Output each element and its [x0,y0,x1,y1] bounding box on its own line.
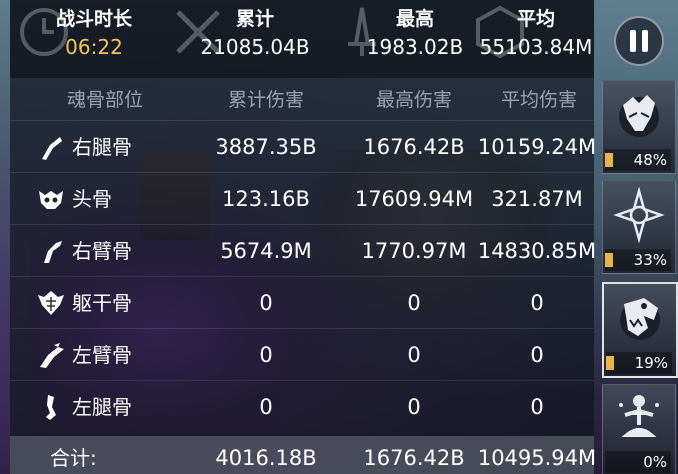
max-damage: 1676.42B [363,135,465,159]
percent-label: 0% [643,453,667,471]
total-stat: 累计 21085.04B [180,6,330,62]
part-name: 右腿骨 [72,135,132,159]
average-damage: 0 [530,343,544,367]
part-name: 右臂骨 [72,239,132,263]
average-damage: 0 [530,291,544,315]
pause-icon [630,30,636,52]
totals-row: 合计: 4016.18B 1676.42B 10495.94M [10,436,596,474]
card-percent: 19% [606,352,672,374]
table-row: 躯干骨 0 0 0 [10,276,594,329]
total-label: 累计 [235,8,274,30]
dragon-spirit-icon [619,95,659,137]
totals-label: 合计: [50,446,97,470]
total-damage: 0 [259,291,273,315]
part-name: 躯干骨 [72,291,132,315]
duration-value: 06:22 [65,35,123,59]
total-damage: 0 [259,395,273,419]
soul-bone-card-4[interactable]: 0% [602,384,676,474]
right-arm-bone-icon [44,241,62,263]
table-row: 右腿骨 3887.35B 1676.42B 10159.24M [10,120,596,173]
column-header-average: 平均伤害 [500,89,577,111]
average-value: 55103.84M [479,35,593,59]
soul-bone-card-2[interactable]: 33% [602,180,676,274]
average-damage: 14830.85M [477,239,597,263]
total-damage: 3887.35B [215,135,317,159]
percent-label: 48% [633,151,667,169]
meditating-figure-icon [619,395,659,437]
summary-header: 战斗时长 06:22 累计 21085.04B 最高 1983.02B 平均 5… [10,0,594,78]
part-name: 头骨 [72,187,112,211]
totals-max: 1676.42B [363,446,465,470]
column-header-total: 累计伤害 [227,89,304,111]
percent-fill [605,153,613,167]
pause-button[interactable] [614,16,664,66]
column-header-max: 最高伤害 [375,89,452,111]
serpent-skull-icon [620,298,660,340]
card-percent: 33% [605,249,671,271]
damage-stats-panel: 战斗时长 06:22 累计 21085.04B 最高 1983.02B 平均 5… [10,0,596,474]
max-damage: 17609.94M [354,187,474,211]
duration-stat: 战斗时长 06:22 [34,6,154,62]
max-damage: 0 [407,343,421,367]
average-label: 平均 [516,8,555,30]
max-damage: 1770.97M [361,239,467,263]
percent-fill [605,253,613,267]
torso-bone-icon [38,291,64,315]
card-percent: 48% [605,149,671,171]
part-name: 左臂骨 [72,343,132,367]
column-header-part: 魂骨部位 [66,89,143,111]
table-row: 右臂骨 5674.9M 1770.97M 14830.85M [10,224,596,277]
percent-label: 19% [634,354,668,372]
totals-total: 4016.18B [215,446,317,470]
total-damage: 123.16B [222,187,310,211]
table-row: 左臂骨 0 0 0 [10,328,594,381]
left-arm-bone-icon [40,343,64,368]
game-screen: 战斗时长 06:22 累计 21085.04B 最高 1983.02B 平均 5… [0,0,678,474]
soul-bone-card-1[interactable]: 48% [602,80,676,174]
percent-fill [606,356,614,370]
soul-bone-card-3[interactable]: 19% [602,282,678,378]
totals-average: 10495.94M [477,446,597,470]
star-emblem-icon [613,187,665,243]
total-value: 21085.04B [200,35,310,59]
skull-icon [39,191,63,209]
table-row: 头骨 123.16B 17609.94M 321.87M [10,172,594,225]
part-name: 左腿骨 [72,395,132,419]
total-damage: 5674.9M [220,239,312,263]
percent-label: 33% [633,251,667,269]
table-row: 左腿骨 0 0 0 [10,380,594,433]
average-damage: 10159.24M [477,135,597,159]
card-percent: 0% [605,451,671,473]
right-leg-bone-icon [42,137,62,160]
average-damage: 321.87M [491,187,583,211]
max-damage: 0 [407,291,421,315]
duration-label: 战斗时长 [55,8,132,30]
max-damage: 0 [407,395,421,419]
left-leg-bone-icon [46,395,56,420]
total-damage: 0 [259,343,273,367]
average-stat: 平均 55103.84M [466,6,606,62]
average-damage: 0 [530,395,544,419]
